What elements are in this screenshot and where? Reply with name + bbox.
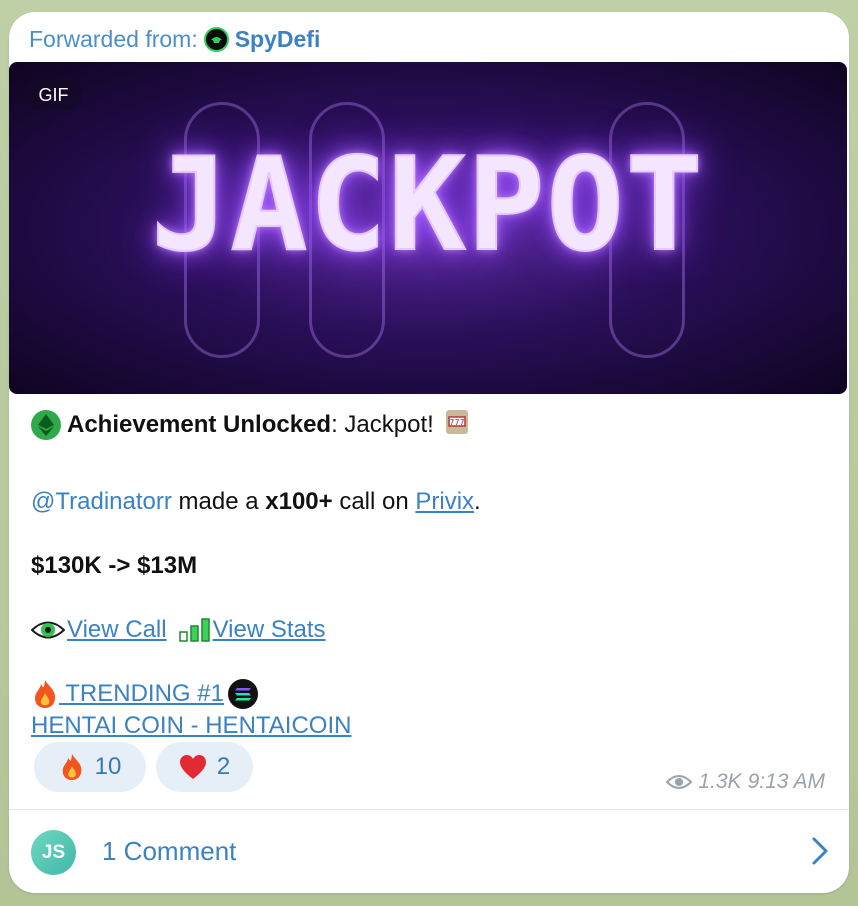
- achievement-text: : Jackpot!: [331, 410, 434, 438]
- trending-coin-link[interactable]: HENTAI COIN - HENTAICOIN: [31, 711, 351, 741]
- solana-icon: [227, 679, 258, 709]
- reaction-count: 10: [94, 753, 122, 780]
- eye-icon: [31, 619, 65, 641]
- call-line: @Tradinatorr made a x100+ call on Privix…: [31, 487, 481, 517]
- view-stats-link[interactable]: View Stats: [213, 615, 326, 645]
- slot-machine-icon: 777: [442, 406, 472, 443]
- multiplier-text: x100+: [265, 488, 333, 515]
- trending-link[interactable]: TRENDING #1: [31, 679, 224, 709]
- view-call-link[interactable]: View Call: [67, 615, 167, 645]
- achievement-title: Achievement Unlocked: [67, 410, 332, 438]
- achievement-line: Achievement Unlocked : Jackpot! 777: [31, 406, 472, 443]
- bar-chart-icon: [178, 618, 211, 642]
- trending-label: TRENDING #1: [59, 680, 224, 707]
- svg-text:777: 777: [449, 418, 464, 427]
- message-bubble: Forwarded from: SpyDefi JACKPOT GIF Achi…: [9, 12, 849, 893]
- ethereum-icon: [31, 409, 61, 440]
- message-meta: 1.3K 9:13 AM: [666, 770, 825, 794]
- user-mention-link[interactable]: @Tradinatorr: [31, 487, 172, 517]
- avatar: JS: [31, 830, 76, 875]
- forwarded-label: Forwarded from:: [29, 25, 198, 52]
- gif-badge: GIF: [25, 79, 82, 111]
- forwarded-header[interactable]: Forwarded from: SpyDefi: [29, 25, 320, 53]
- price-move-text: $130K -> $13M: [31, 552, 198, 579]
- fire-icon: [59, 753, 85, 781]
- gif-media[interactable]: JACKPOT GIF: [9, 62, 847, 394]
- period-text: .: [474, 488, 481, 515]
- message-time: 9:13 AM: [747, 770, 825, 793]
- comment-count-label: 1 Comment: [102, 836, 237, 866]
- links-line: View Call View Stats: [31, 615, 326, 645]
- spy-avatar-icon[interactable]: [203, 26, 229, 52]
- call-on-text: call on: [332, 488, 416, 515]
- view-count: 1.3K: [698, 770, 742, 793]
- comments-bar[interactable]: JS 1 Comment: [9, 810, 849, 893]
- reaction-count: 2: [216, 753, 231, 780]
- channel-name-link[interactable]: SpyDefi: [235, 26, 321, 53]
- trending-coin-line: HENTAI COIN - HENTAICOIN: [31, 711, 351, 741]
- heart-icon: [179, 754, 207, 780]
- reaction-fire[interactable]: 10: [34, 742, 146, 792]
- made-a-text: made a: [171, 488, 266, 515]
- chevron-right-icon: [811, 836, 829, 871]
- fire-icon: [31, 679, 59, 709]
- reaction-heart[interactable]: 2: [156, 742, 253, 792]
- jackpot-neon-text: JACKPOT: [150, 131, 705, 280]
- views-eye-icon: [666, 773, 693, 791]
- token-link[interactable]: Privix: [415, 487, 474, 517]
- trending-line: TRENDING #1: [31, 679, 258, 709]
